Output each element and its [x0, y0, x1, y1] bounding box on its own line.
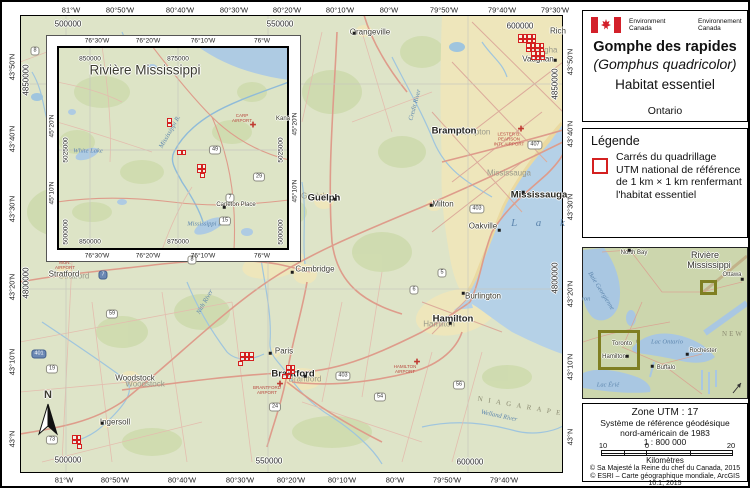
- longitude-label: 80°W: [385, 475, 405, 485]
- fip-header: Environment Canada Environnement Canada: [591, 15, 743, 39]
- map-title-latin: (Gomphus quadricolor): [593, 56, 737, 72]
- longitude-label: 79°40'W: [487, 5, 517, 15]
- latitude-label: 43°10'N: [565, 353, 575, 381]
- longitude-label: 80°20'W: [272, 5, 302, 15]
- map-sheet: 81°W 80°50'W 80°40'W 80°30'W 80°20'W 80°10'W 8…: [0, 0, 750, 488]
- latitude-label: 43°50'N: [565, 48, 575, 76]
- datum: Système de référence géodésique nord-amér…: [600, 418, 730, 438]
- scale-ratio: 1 : 800 000: [643, 437, 687, 447]
- longitude-label: 81°W: [54, 475, 74, 485]
- utm-zone: Zone UTM : 17: [631, 407, 699, 418]
- copyright-crown: © Sa Majesté la Reine du chef du Canada,…: [589, 465, 741, 472]
- latitude-label: 43°40'N: [565, 120, 575, 148]
- longitude-label: 80°50'W: [105, 5, 135, 15]
- legend-item-text: Carrés du quadrillage UTM national de ré…: [616, 151, 742, 201]
- longitude-label: 81°W: [61, 5, 81, 15]
- scalebar-label-20: 20: [726, 441, 736, 450]
- longitude-label: 80°W: [379, 5, 399, 15]
- latitude-label: 43°N: [7, 430, 17, 448]
- longitude-label: 80°50'W: [100, 475, 130, 485]
- inset-map-canvas: [57, 46, 289, 250]
- map-subtitle: Habitat essentiel: [615, 77, 715, 92]
- habitat-grid-swatch: [592, 158, 608, 174]
- latitude-label: 43°30'N: [7, 195, 17, 223]
- canada-flag-icon: [591, 17, 621, 33]
- longitude-label: 79°50'W: [429, 5, 459, 15]
- latitude-label: 43°10'N: [7, 348, 17, 376]
- longitude-label: 80°40'W: [165, 5, 195, 15]
- title-box: Environment Canada Environnement Canada Go…: [582, 10, 748, 122]
- scalebar-label-0: 0: [644, 441, 650, 450]
- longitude-label: 80°40'W: [167, 475, 197, 485]
- legend-box: Légende Carrés du quadrillage UTM nation…: [582, 128, 748, 238]
- latitude-label: 43°40'N: [7, 125, 17, 153]
- wordmark-fr: Environnement Canada: [698, 18, 742, 32]
- latitude-label: 43°50'N: [7, 53, 17, 81]
- map-region: Ontario: [647, 105, 683, 117]
- info-box: Zone UTM : 17 Système de référence géodé…: [582, 403, 748, 486]
- latitude-label: 43°20'N: [7, 273, 17, 301]
- longitude-label: 80°20'W: [276, 475, 306, 485]
- longitude-label: 79°50'W: [432, 475, 462, 485]
- scalebar-label-10: 10: [598, 441, 608, 450]
- latitude-label: 43°N: [565, 428, 575, 446]
- latitude-label: 43°20'N: [565, 280, 575, 308]
- longitude-label: 79°30'W: [540, 5, 570, 15]
- legend-title: Légende: [591, 134, 640, 148]
- overview-map-canvas: [583, 248, 747, 398]
- wordmark-en: Environment Canada: [629, 18, 666, 32]
- longitude-label: 80°10'W: [327, 475, 357, 485]
- copyright-esri: © ESRI – Carte géographique mondiale, Ar…: [590, 473, 740, 487]
- latitude-label: 43°30'N: [565, 193, 575, 221]
- longitude-label: 80°30'W: [225, 475, 255, 485]
- longitude-label: 80°30'W: [219, 5, 249, 15]
- longitude-label: 79°40'W: [489, 475, 519, 485]
- longitude-label: 80°10'W: [325, 5, 355, 15]
- scale-unit: Kilomètres: [646, 456, 684, 465]
- map-title: Gomphe des rapides: [593, 39, 737, 55]
